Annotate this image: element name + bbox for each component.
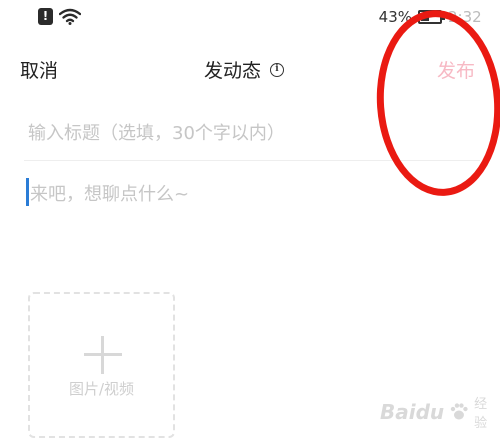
- annotation-circle: [370, 5, 500, 201]
- add-media-button[interactable]: 图片/视频: [28, 292, 175, 438]
- title-input[interactable]: [28, 118, 428, 148]
- title-group: 发动态 i: [204, 56, 285, 83]
- wifi-icon: [59, 8, 81, 25]
- page-title: 发动态: [204, 60, 262, 82]
- status-bar-left: !: [38, 8, 81, 25]
- watermark: Baidu 经验: [380, 393, 500, 431]
- add-media-label: 图片/视频: [68, 380, 135, 398]
- text-cursor: [26, 178, 29, 206]
- watermark-logo-text: Baidu: [380, 400, 445, 424]
- content-input[interactable]: [30, 180, 470, 270]
- watermark-sub: 经验: [474, 397, 488, 431]
- alert-icon: !: [38, 8, 53, 25]
- paw-icon: [450, 403, 468, 420]
- info-icon[interactable]: i: [270, 62, 285, 77]
- plus-icon: [84, 336, 122, 374]
- cancel-button[interactable]: 取消: [20, 56, 58, 83]
